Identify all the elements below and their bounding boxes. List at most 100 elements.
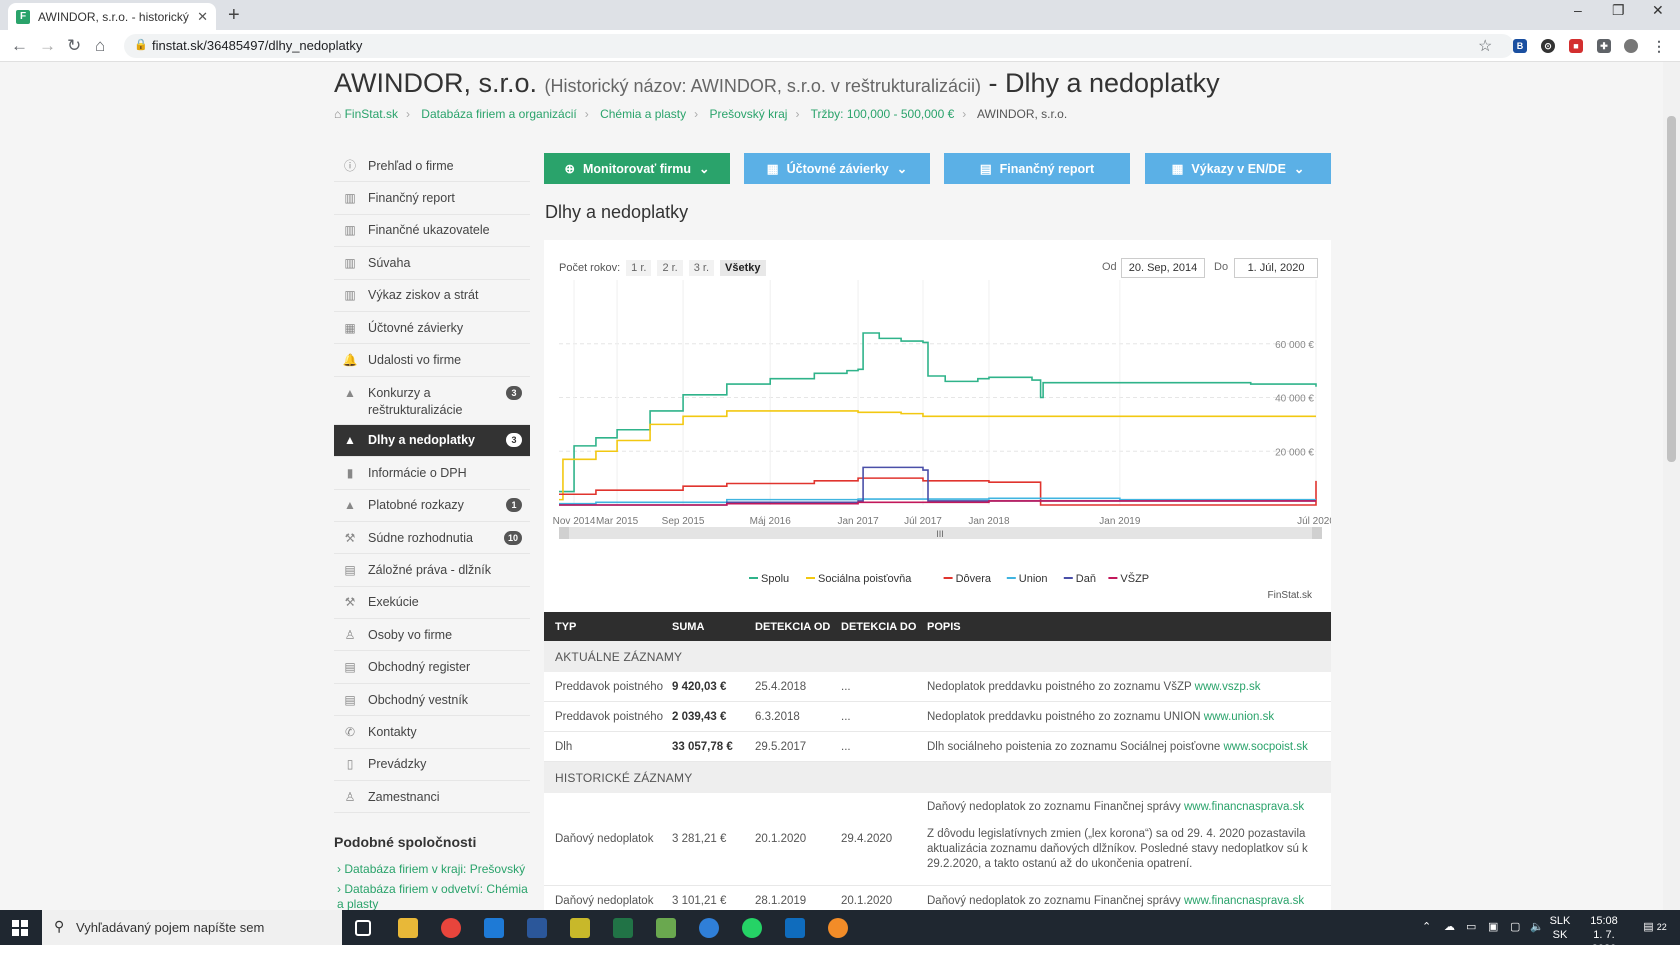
- sidebar-item[interactable]: ▲ Konkurzy a reštrukturalizácie 3: [334, 377, 530, 425]
- cell-detekcia-od: 28.1.2019: [755, 894, 807, 907]
- popis-link[interactable]: www.union.sk: [1204, 711, 1274, 723]
- edge-icon[interactable]: [484, 918, 504, 938]
- scrollbar-thumb[interactable]: [1667, 116, 1676, 462]
- breadcrumb-item[interactable]: Tržby: 100,000 - 500,000 €: [811, 107, 955, 121]
- current-records-group: AKTUÁLNE ZÁZNAMY: [544, 641, 1331, 672]
- sidebar-item[interactable]: ⓘ Prehľad o firme: [334, 150, 530, 183]
- sidebar-item[interactable]: ▤ Záložné práva - dlžník: [334, 554, 530, 587]
- outlook-icon[interactable]: [785, 918, 805, 938]
- notepad-icon[interactable]: [656, 918, 676, 938]
- volume-icon[interactable]: 🔈: [1530, 920, 1544, 934]
- popis-text: Nedoplatok preddavku poistného zo zoznam…: [927, 710, 1204, 723]
- maximize-icon[interactable]: ❐: [1612, 2, 1625, 19]
- breadcrumb-item[interactable]: Prešovský kraj: [709, 107, 787, 121]
- sidebar-item[interactable]: ⚒ Súdne rozhodnutia 10: [334, 522, 530, 555]
- count-badge: 1: [506, 498, 522, 513]
- home-icon[interactable]: ⌂: [95, 36, 105, 56]
- reload-icon[interactable]: ↻: [67, 36, 81, 56]
- breadcrumb-item[interactable]: FinStat.sk: [345, 107, 398, 121]
- popis-link[interactable]: www.financnasprava.sk: [1184, 801, 1304, 813]
- building-icon: ▯: [346, 757, 354, 772]
- cell-detekcia-od: 25.4.2018: [755, 680, 807, 693]
- financial-statements-button[interactable]: ▦ Účtovné závierky ⌄: [744, 153, 930, 184]
- extension-b-icon[interactable]: B: [1513, 39, 1527, 53]
- profile-avatar-icon[interactable]: [1624, 39, 1638, 53]
- sidebar-item-label: Exekúcie: [368, 595, 419, 610]
- sidebar-item[interactable]: ▲ Dlhy a nedoplatky 3: [334, 424, 530, 458]
- sidebar-item[interactable]: ▥ Súvaha: [334, 247, 530, 280]
- sidebar-item[interactable]: ▥ Finančný report: [334, 182, 530, 215]
- extensions-puzzle-icon[interactable]: ✚: [1597, 39, 1611, 53]
- language-indicator[interactable]: SLK SK: [1548, 914, 1572, 942]
- sidebar-item-label: Obchodný vestník: [368, 692, 469, 707]
- chrome-icon[interactable]: [441, 918, 461, 938]
- url-input[interactable]: 🔒 finstat.sk/36485497/dlhy_nedoplatky: [124, 34, 1514, 58]
- clock[interactable]: 15:08 1. 7. 2020: [1580, 914, 1628, 956]
- sidebar-item[interactable]: ▥ Výkaz ziskov a strát: [334, 280, 530, 312]
- back-icon[interactable]: ←: [11, 36, 28, 56]
- display-icon[interactable]: ▢: [1510, 920, 1520, 934]
- network-icon[interactable]: ▣: [1488, 920, 1498, 934]
- breadcrumb: ⌂ FinStat.sk › Databáza firiem a organizá…: [334, 107, 1068, 121]
- extension-red-icon[interactable]: ■: [1569, 39, 1583, 53]
- cell-typ: Daňový nedoplatok: [555, 894, 654, 907]
- close-tab-icon[interactable]: ✕: [197, 9, 208, 25]
- page-scrollbar[interactable]: [1663, 62, 1680, 910]
- close-window-icon[interactable]: ✕: [1652, 2, 1664, 19]
- cell-suma: 3 281,21 €: [672, 833, 727, 845]
- sidebar-item[interactable]: ▲ Platobné rozkazy 1: [334, 490, 530, 522]
- onedrive-icon[interactable]: ☁: [1444, 920, 1455, 934]
- browser-menu-icon[interactable]: ⋮: [1652, 39, 1666, 53]
- windows-start-icon[interactable]: [0, 910, 40, 945]
- forward-icon[interactable]: →: [39, 36, 56, 56]
- sidebar-item[interactable]: ▥ Finančné ukazovatele: [334, 215, 530, 248]
- page-title: AWINDOR, s.r.o. (Historický názov: AWIND…: [334, 68, 1220, 99]
- sidebar-item[interactable]: 🔔 Udalosti vo firme: [334, 344, 530, 377]
- file-explorer-icon[interactable]: [398, 918, 418, 938]
- excel-icon[interactable]: [613, 918, 633, 938]
- sidebar-item[interactable]: ▯ Prevádzky: [334, 749, 530, 782]
- popis-link[interactable]: www.vszp.sk: [1195, 681, 1261, 693]
- browser-tab[interactable]: F AWINDOR, s.r.o. - historický náz ✕: [8, 3, 216, 30]
- sidebar-item-label: Kontakty: [368, 724, 417, 739]
- financial-report-button[interactable]: ▤ Finančný report: [944, 153, 1130, 184]
- word-icon[interactable]: [527, 918, 547, 938]
- sidebar-item[interactable]: ♙ Osoby vo firme: [334, 619, 530, 652]
- address-bar: ← → ↻ ⌂ 🔒 finstat.sk/36485497/dlhy_nedop…: [0, 30, 1680, 62]
- sidebar-item[interactable]: ⚒ Exekúcie: [334, 587, 530, 620]
- notification-center-icon[interactable]: ▤ 22: [1642, 920, 1668, 934]
- debt-line-chart: 20 000 € 40 000 € 60 000 € Nov 2014 Mar 2015…: [553, 280, 1331, 601]
- app-icon[interactable]: [570, 918, 590, 938]
- windows-taskbar: ⚲ Vyhľadávaný pojem napíšte sem ⌃ ☁ ▭ ▣ …: [0, 910, 1680, 955]
- header-popis: POPIS: [927, 620, 961, 633]
- new-tab-icon[interactable]: +: [228, 4, 240, 27]
- whatsapp-icon[interactable]: [742, 918, 762, 938]
- ubuntu-icon[interactable]: [828, 918, 848, 938]
- table-icon: ▦: [1171, 162, 1184, 176]
- battery-icon[interactable]: ▭: [1466, 920, 1476, 934]
- sidebar-item[interactable]: ▤ Obchodný register: [334, 651, 530, 684]
- breadcrumb-item[interactable]: Chémia a plasty: [600, 107, 686, 121]
- breadcrumb-item[interactable]: Databáza firiem a organizácií: [421, 107, 576, 121]
- sidebar-item[interactable]: ▦ Účtovné závierky: [334, 312, 530, 345]
- popis-link[interactable]: www.financnasprava.sk: [1184, 895, 1304, 907]
- tray-chevron-icon[interactable]: ⌃: [1422, 920, 1431, 934]
- extension-circle-icon[interactable]: ⊙: [1541, 39, 1555, 53]
- sidebar-item[interactable]: ✆ Kontakty: [334, 716, 530, 749]
- debt-chart-panel: Počet rokov: 1 r. 2 r. 3 r. Všetky Od 20…: [544, 240, 1331, 666]
- bookmark-star-icon[interactable]: ☆: [1478, 36, 1492, 56]
- sidebar-item-label: Zamestnanci: [368, 789, 440, 804]
- popis-link[interactable]: www.socpoist.sk: [1223, 741, 1307, 753]
- sidebar-item[interactable]: ▤ Obchodný vestník: [334, 684, 530, 717]
- reports-en-de-button[interactable]: ▦ Výkazy v EN/DE ⌄: [1145, 153, 1331, 184]
- monitor-company-button[interactable]: ⊕ Monitorovať firmu ⌄: [544, 153, 730, 184]
- sidebar-item-label: Finančný report: [368, 191, 455, 206]
- sidebar-item[interactable]: ♙ Zamestnanci: [334, 781, 530, 814]
- minimize-icon[interactable]: –: [1574, 2, 1582, 18]
- task-view-icon[interactable]: [355, 920, 371, 936]
- teamviewer-icon[interactable]: [699, 918, 719, 938]
- sidebar-item[interactable]: ▮ Informácie o DPH: [334, 457, 530, 490]
- taskbar-search-input[interactable]: ⚲ Vyhľadávaný pojem napíšte sem: [42, 910, 342, 945]
- similar-link-region[interactable]: › Databáza firiem v kraji: Prešovský: [337, 862, 537, 877]
- similar-link-industry[interactable]: › Databáza firiem v odvetví: Chémia a pl…: [337, 882, 537, 910]
